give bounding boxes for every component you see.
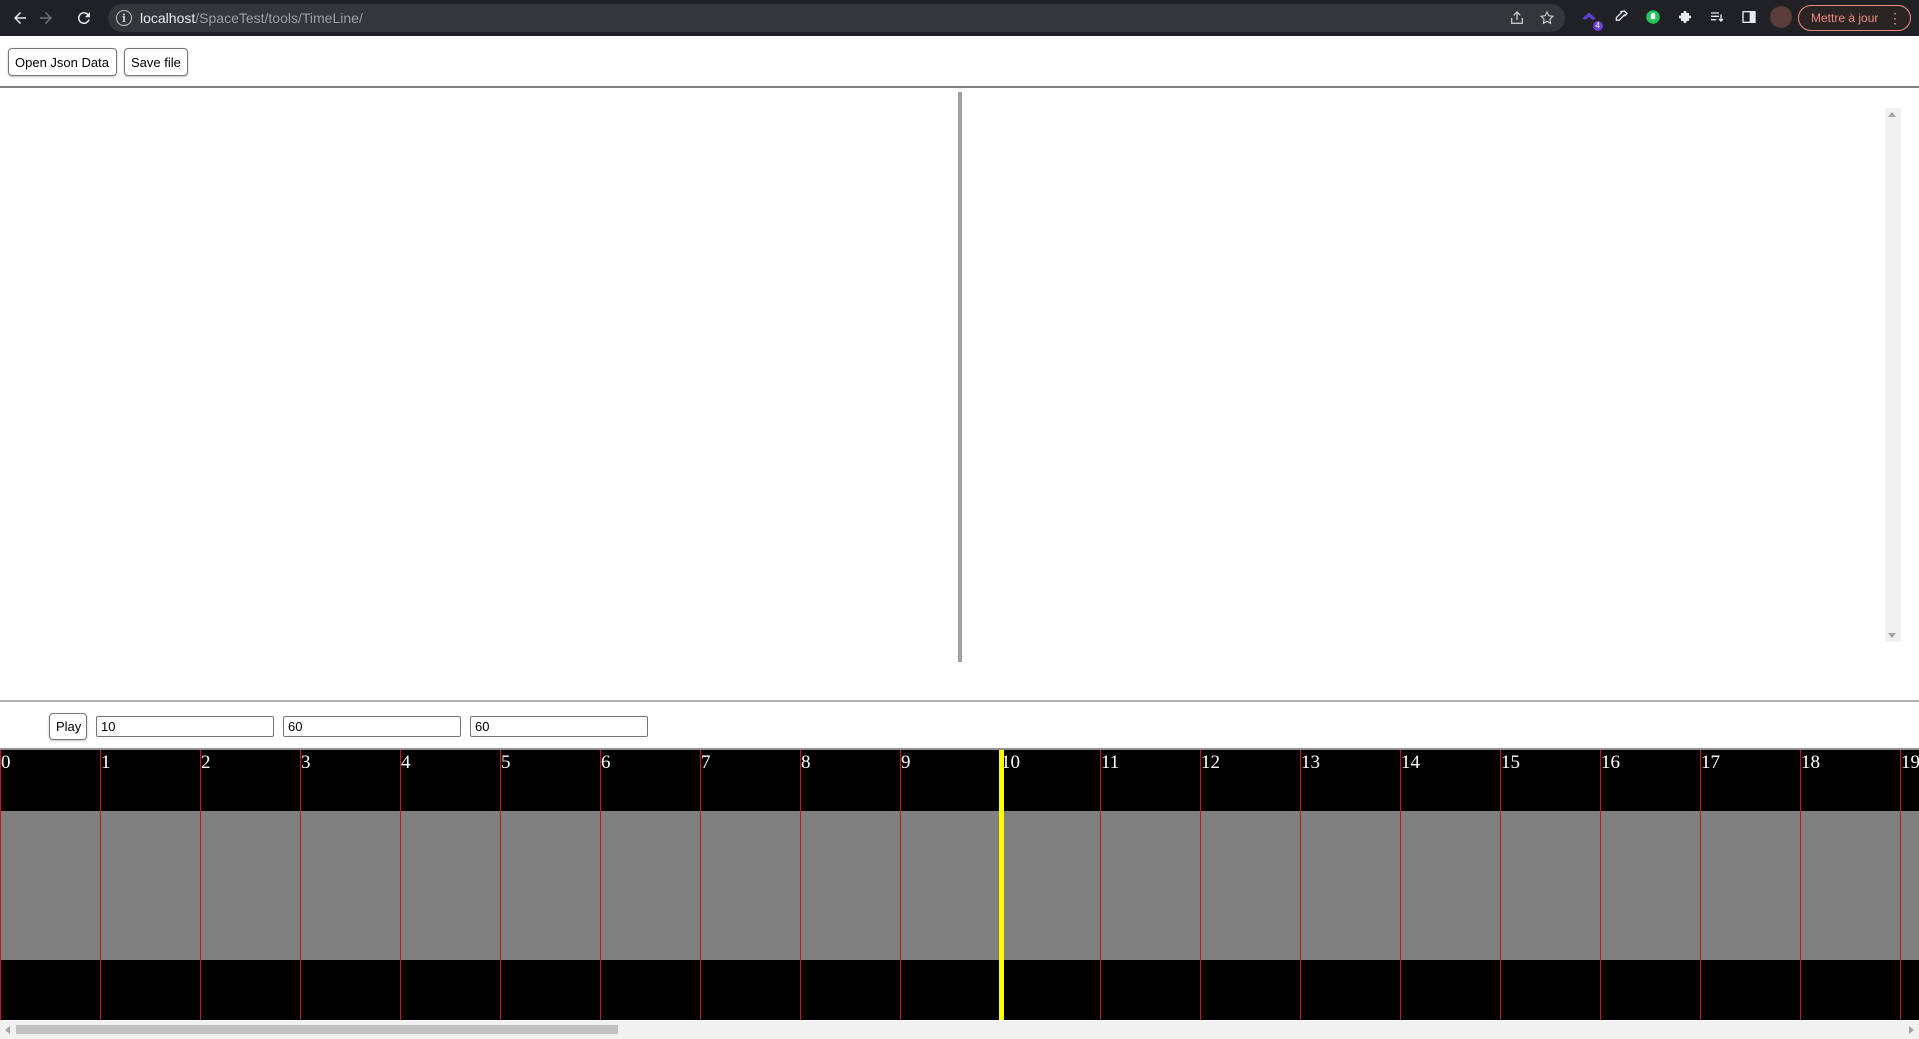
timeline-tick-label: 0 [1, 752, 11, 773]
timeline-tick-line [1400, 750, 1401, 1020]
green-extension-icon[interactable] [1642, 6, 1664, 28]
reload-icon[interactable] [68, 2, 100, 34]
scroll-right-icon[interactable] [1909, 1026, 1914, 1034]
timeline-tick-label: 12 [1201, 752, 1220, 773]
timeline-tick-label: 13 [1301, 752, 1320, 773]
share-icon[interactable] [1507, 8, 1527, 28]
fps-input[interactable] [470, 716, 648, 737]
timeline-tick-label: 8 [801, 752, 811, 773]
scrollbar-thumb[interactable] [16, 1025, 618, 1034]
extension-icon[interactable]: 4 [1578, 6, 1603, 31]
timeline-tick-line [700, 750, 701, 1020]
scroll-down-icon[interactable] [1888, 633, 1896, 638]
timeline-tick-label: 1 [101, 752, 111, 773]
timeline-tick-line [900, 750, 901, 1020]
scroll-left-icon[interactable] [5, 1026, 10, 1034]
update-button-label: Mettre à jour [1811, 11, 1879, 25]
playback-controls: Play [0, 702, 1919, 750]
address-bar[interactable]: i localhost/SpaceTest/tools/TimeLine/ [108, 4, 1565, 32]
update-button[interactable]: Mettre à jour ⋮ [1798, 5, 1911, 31]
page-content: Open Json Data Save file Play 0123456789… [0, 36, 1919, 1039]
url-text: localhost/SpaceTest/tools/TimeLine/ [140, 10, 363, 26]
timeline-tick-line [400, 750, 401, 1020]
editor-area [0, 88, 1919, 702]
open-json-button[interactable]: Open Json Data [8, 48, 117, 76]
timeline-tick-line [200, 750, 201, 1020]
timeline-tick-line [0, 750, 1, 1020]
duration-input[interactable] [283, 716, 461, 737]
timeline-tick-label: 11 [1101, 752, 1120, 773]
puzzle-icon[interactable] [1674, 6, 1696, 28]
timeline-canvas[interactable]: 0 1 2 3 4 5 6 7 8 9 10 11 12 13 14 15 16 17 18 19 [0, 750, 1919, 1020]
more-menu-icon[interactable]: ⋮ [1888, 10, 1902, 27]
horizontal-scrollbar[interactable] [0, 1021, 1919, 1039]
timeline-tick-line [1900, 750, 1901, 1020]
side-panel-icon[interactable] [1738, 6, 1760, 28]
right-pane[interactable] [962, 92, 1919, 662]
timeline-tick-line [1600, 750, 1601, 1020]
timeline-tick-line [1500, 750, 1501, 1020]
timeline-tick-line [500, 750, 501, 1020]
play-button[interactable]: Play [49, 713, 87, 740]
profile-avatar[interactable] [1770, 6, 1792, 28]
save-file-button[interactable]: Save file [124, 48, 188, 76]
time-input[interactable] [96, 716, 274, 737]
timeline-tick-label: 9 [901, 752, 911, 773]
timeline-tick-line [300, 750, 301, 1020]
timeline-tick-line [1800, 750, 1801, 1020]
bookmark-star-icon[interactable] [1537, 8, 1557, 28]
timeline-tick-line [1200, 750, 1201, 1020]
timeline-tick-label: 17 [1701, 752, 1720, 773]
timeline-tick-label: 18 [1801, 752, 1820, 773]
left-pane[interactable] [0, 92, 958, 662]
timeline-tick-label: 16 [1601, 752, 1620, 773]
timeline-tick-label: 19 [1901, 752, 1919, 773]
browser-toolbar: i localhost/SpaceTest/tools/TimeLine/ 4 [0, 0, 1919, 36]
timeline-tick-label: 5 [501, 752, 511, 773]
timeline-tick-label: 2 [201, 752, 211, 773]
file-toolbar: Open Json Data Save file [0, 36, 1919, 88]
timeline-tick-line [800, 750, 801, 1020]
playhead-cursor[interactable] [999, 750, 1004, 1020]
timeline-tick-line [1100, 750, 1101, 1020]
timeline-tick-line [1300, 750, 1301, 1020]
extension-badge: 4 [1592, 21, 1603, 31]
timeline-tick-label: 3 [301, 752, 311, 773]
timeline-tick-label: 6 [601, 752, 611, 773]
timeline-tick-label: 15 [1501, 752, 1520, 773]
timeline-track[interactable] [0, 811, 1919, 960]
scroll-up-icon[interactable] [1888, 112, 1896, 117]
timeline-tick-line [100, 750, 101, 1020]
forward-icon[interactable] [30, 2, 62, 34]
reading-list-icon[interactable] [1706, 6, 1728, 28]
vertical-scrollbar[interactable] [1885, 108, 1901, 642]
timeline-tick-line [600, 750, 601, 1020]
timeline-tick-line [1700, 750, 1701, 1020]
eyedropper-icon[interactable] [1610, 6, 1632, 28]
timeline-tick-label: 14 [1401, 752, 1420, 773]
timeline-tick-label: 7 [701, 752, 711, 773]
site-info-icon[interactable]: i [116, 10, 132, 26]
timeline-tick-label: 4 [401, 752, 411, 773]
